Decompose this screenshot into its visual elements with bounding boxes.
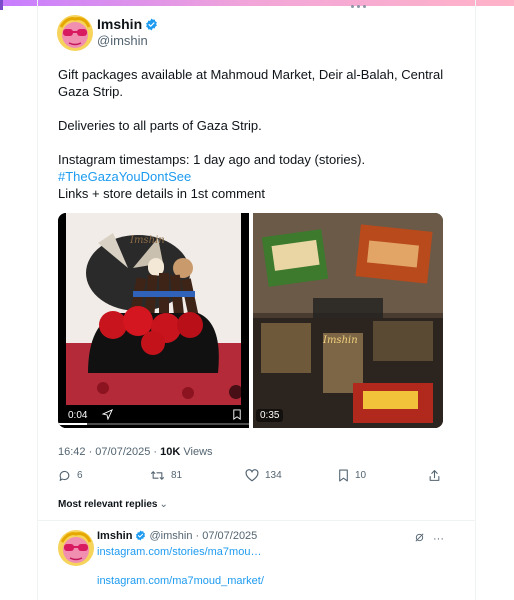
grok-icon[interactable]: [414, 530, 425, 548]
reply-count: 6: [77, 470, 83, 481]
tweet-text: Gift packages available at Mahmoud Marke…: [58, 66, 458, 202]
author-handle[interactable]: @imshin: [97, 33, 148, 48]
verified-badge-icon: [145, 18, 158, 34]
reply-header-actions: ···: [414, 530, 444, 548]
share-icon: [428, 469, 447, 482]
svg-text:Imshin: Imshin: [322, 335, 358, 346]
reply-header: Imshin @imshin · 07/07/2025: [97, 530, 257, 544]
author-avatar[interactable]: [57, 15, 93, 51]
chevron-down-icon: ⌄: [159, 499, 168, 510]
repost-icon: [150, 469, 171, 482]
video-progress-fill: [58, 423, 87, 425]
video-duration: 0:35: [256, 409, 284, 422]
timeline-left-border: [37, 0, 38, 600]
post-actions-bar: 6 81 134 10: [58, 469, 442, 485]
video-progress-bar[interactable]: [58, 423, 249, 425]
repost-count: 81: [171, 470, 183, 481]
instagram-stories-link[interactable]: instagram.com/stories/ma7mou…: [97, 546, 261, 558]
section-divider: [37, 520, 475, 521]
instagram-profile-link[interactable]: instagram.com/ma7moud_market/: [97, 575, 264, 587]
post-meta: 16:42 · 07/07/2025 · 10K Views: [58, 446, 213, 458]
heart-icon: [245, 469, 265, 482]
reply-handle-date[interactable]: @imshin · 07/07/2025: [146, 530, 258, 542]
author-name-text[interactable]: Imshin: [97, 16, 142, 32]
reply-author-avatar[interactable]: [58, 530, 94, 566]
bookmark-icon: [338, 469, 355, 482]
bookmark-button[interactable]: 10: [338, 469, 366, 482]
verified-badge-icon: [135, 530, 146, 544]
bookmark-count: 10: [355, 470, 367, 481]
window-drag-handle[interactable]: [351, 5, 366, 8]
like-count: 134: [265, 470, 282, 481]
reply-icon: [58, 469, 77, 482]
window-edge-marker: [0, 0, 3, 10]
tweet-text-line: [58, 134, 458, 151]
replies-sort-dropdown[interactable]: Most relevant replies ⌄: [58, 499, 168, 510]
video-thumbnail-shop-shelves[interactable]: Imshin 0:35: [253, 213, 443, 428]
media-grid: Imshin 0:04 Imshin 0:35: [58, 213, 443, 428]
tweet-text-line: Links + store details in 1st comment: [58, 186, 266, 201]
video-thumbnail-gift-box[interactable]: Imshin 0:04: [58, 213, 249, 428]
share-button[interactable]: [428, 469, 447, 482]
more-options-icon[interactable]: ···: [433, 533, 444, 545]
reply-author-name[interactable]: Imshin: [97, 530, 132, 542]
reply-button[interactable]: 6: [58, 469, 83, 482]
mute-button[interactable]: [229, 385, 243, 399]
replies-sort-label: Most relevant replies: [58, 499, 158, 510]
tweet-text-line: Deliveries to all parts of Gaza Strip.: [58, 118, 262, 133]
timeline-right-border: [475, 0, 476, 600]
tweet-text-line: [58, 100, 458, 117]
views-count: 10K: [160, 446, 181, 458]
tweet-text-line: Gift packages available at Mahmoud Marke…: [58, 67, 444, 82]
tweet-text-line: Gaza Strip.: [58, 84, 124, 99]
hashtag-link[interactable]: #TheGazaYouDontSee: [58, 168, 458, 185]
repost-button[interactable]: 81: [150, 469, 182, 482]
video-duration: 0:04: [64, 409, 92, 422]
window-top-gradient-bar: [0, 0, 514, 6]
author-name[interactable]: Imshin: [97, 16, 158, 34]
svg-text:Imshin: Imshin: [129, 235, 165, 246]
post-timestamp[interactable]: 16:42 · 07/07/2025 ·: [58, 446, 160, 458]
views-label: Views: [180, 446, 213, 458]
tweet-text-line: Instagram timestamps: 1 day ago and toda…: [58, 152, 366, 167]
like-button[interactable]: 134: [245, 469, 282, 482]
